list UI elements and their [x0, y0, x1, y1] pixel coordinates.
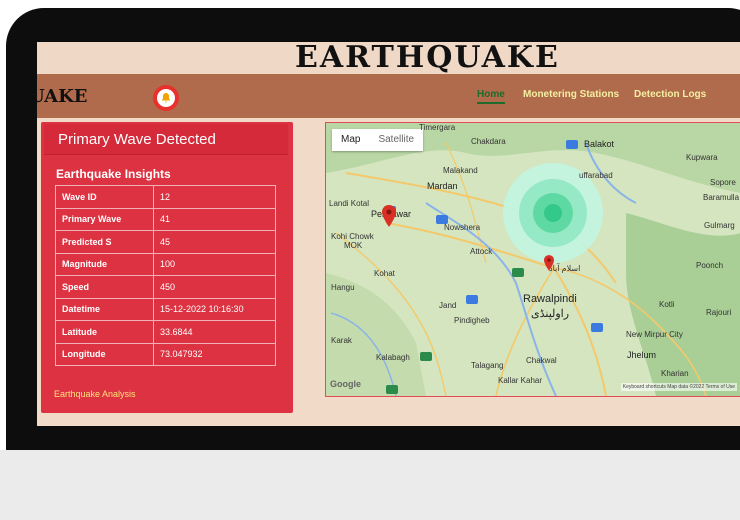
table-row: Magnitude 100 — [55, 252, 276, 276]
row-value: 100 — [153, 252, 276, 276]
brand-logo[interactable]: UAKE — [37, 86, 87, 107]
map-pin-icon[interactable] — [382, 205, 396, 227]
map-label: MOK — [344, 241, 363, 250]
panel-header: Primary Wave Detected — [44, 124, 288, 155]
map-label: Kalabagh — [376, 353, 410, 362]
map-label: Chakdara — [471, 137, 506, 146]
row-value: 15-12-2022 10:16:30 — [153, 297, 276, 321]
row-key: Datetime — [55, 297, 154, 321]
map-label: New Mirpur City — [626, 330, 683, 339]
row-value: 33.6844 — [153, 320, 276, 344]
row-value: 45 — [153, 230, 276, 254]
map-label: Rajouri — [706, 308, 732, 317]
row-key: Magnitude — [55, 252, 154, 276]
map-label: Kotli — [659, 300, 675, 309]
row-key: Longitude — [55, 342, 154, 366]
map-label: Nowshera — [444, 223, 481, 232]
map-label: Jand — [439, 301, 457, 310]
map-label: Rawalpindi — [523, 293, 577, 305]
map-label: Kallar Kahar — [498, 376, 543, 385]
banner-title: EARTHQUAKE — [295, 42, 560, 75]
map-label: Baramulla — [703, 193, 740, 202]
table-row: Datetime 15-12-2022 10:16:30 — [55, 297, 276, 321]
table-row: Latitude 33.6844 — [55, 320, 276, 344]
map-label: Chakwal — [526, 356, 557, 365]
map-label: uffarabad — [579, 171, 613, 180]
map-label: Pindigheb — [454, 316, 490, 325]
nav-detection-logs[interactable]: Detection Logs — [634, 89, 706, 100]
row-key: Wave ID — [55, 185, 154, 209]
map-label: راولپنڈی — [531, 308, 570, 320]
map-tab-map[interactable]: Map — [332, 129, 369, 151]
panel-title: Primary Wave Detected — [58, 131, 216, 148]
header-banner: EARTHQUAKE — [37, 42, 740, 75]
map-label: Kupwara — [686, 153, 718, 162]
table-row: Primary Wave 41 — [55, 207, 276, 231]
table-row: Speed 450 — [55, 275, 276, 299]
map-label: Hangu — [331, 283, 355, 292]
map-label: Timergara — [419, 123, 456, 132]
row-value: 73.047932 — [153, 342, 276, 366]
table-row: Predicted S 45 — [55, 230, 276, 254]
nav-monitoring-stations[interactable]: Monetering Stations — [523, 89, 619, 100]
map-view[interactable]: Map Satellite Timergara Chakdara Balakot… — [325, 122, 740, 397]
map-label: Sopore — [710, 178, 736, 187]
insights-heading: Earthquake Insights — [56, 167, 171, 181]
map-label: Balakot — [584, 139, 615, 149]
google-logo: Google — [330, 379, 361, 389]
map-label: Talagang — [471, 361, 504, 370]
insights-table: Wave ID 12 Primary Wave 41 Predicted S 45 M… — [55, 185, 276, 366]
map-label: Landi Kotal — [329, 199, 370, 208]
row-key: Latitude — [55, 320, 154, 344]
detection-panel: Primary Wave Detected Earthquake Insight… — [41, 122, 293, 413]
map-label: Kharian — [661, 369, 689, 378]
map-label: Jhelum — [627, 350, 657, 360]
map-label: Gulmarg — [704, 221, 735, 230]
row-key: Speed — [55, 275, 154, 299]
app-screen: EARTHQUAKE UAKE Home Monetering Stations… — [37, 42, 740, 426]
table-row: Longitude 73.047932 — [55, 342, 276, 366]
row-value: 12 — [153, 185, 276, 209]
map-label: Kohi Chowk — [331, 232, 374, 241]
row-key: Primary Wave — [55, 207, 154, 231]
row-value: 41 — [153, 207, 276, 231]
map-label: Kohat — [374, 269, 395, 278]
map-tab-satellite[interactable]: Satellite — [369, 129, 423, 151]
map-label: Attock — [470, 247, 493, 256]
map-attribution[interactable]: Keyboard shortcuts Map data ©2022 Terms … — [620, 383, 737, 391]
bell-icon — [162, 93, 170, 103]
map-pin-icon[interactable] — [544, 255, 554, 271]
earthquake-analysis-link[interactable]: Earthquake Analysis — [54, 389, 136, 399]
notification-button[interactable] — [153, 85, 179, 111]
epicenter-core — [544, 204, 562, 222]
table-row: Wave ID 12 — [55, 185, 276, 209]
nav-home[interactable]: Home — [477, 89, 505, 104]
row-key: Predicted S — [55, 230, 154, 254]
map-type-toggle: Map Satellite — [332, 129, 424, 151]
map-label: Karak — [331, 336, 352, 345]
row-value: 450 — [153, 275, 276, 299]
monitor-stand — [0, 450, 740, 520]
map-label: Malakand — [443, 166, 478, 175]
map-label: Poonch — [696, 261, 724, 270]
map-label: Mardan — [427, 181, 458, 191]
